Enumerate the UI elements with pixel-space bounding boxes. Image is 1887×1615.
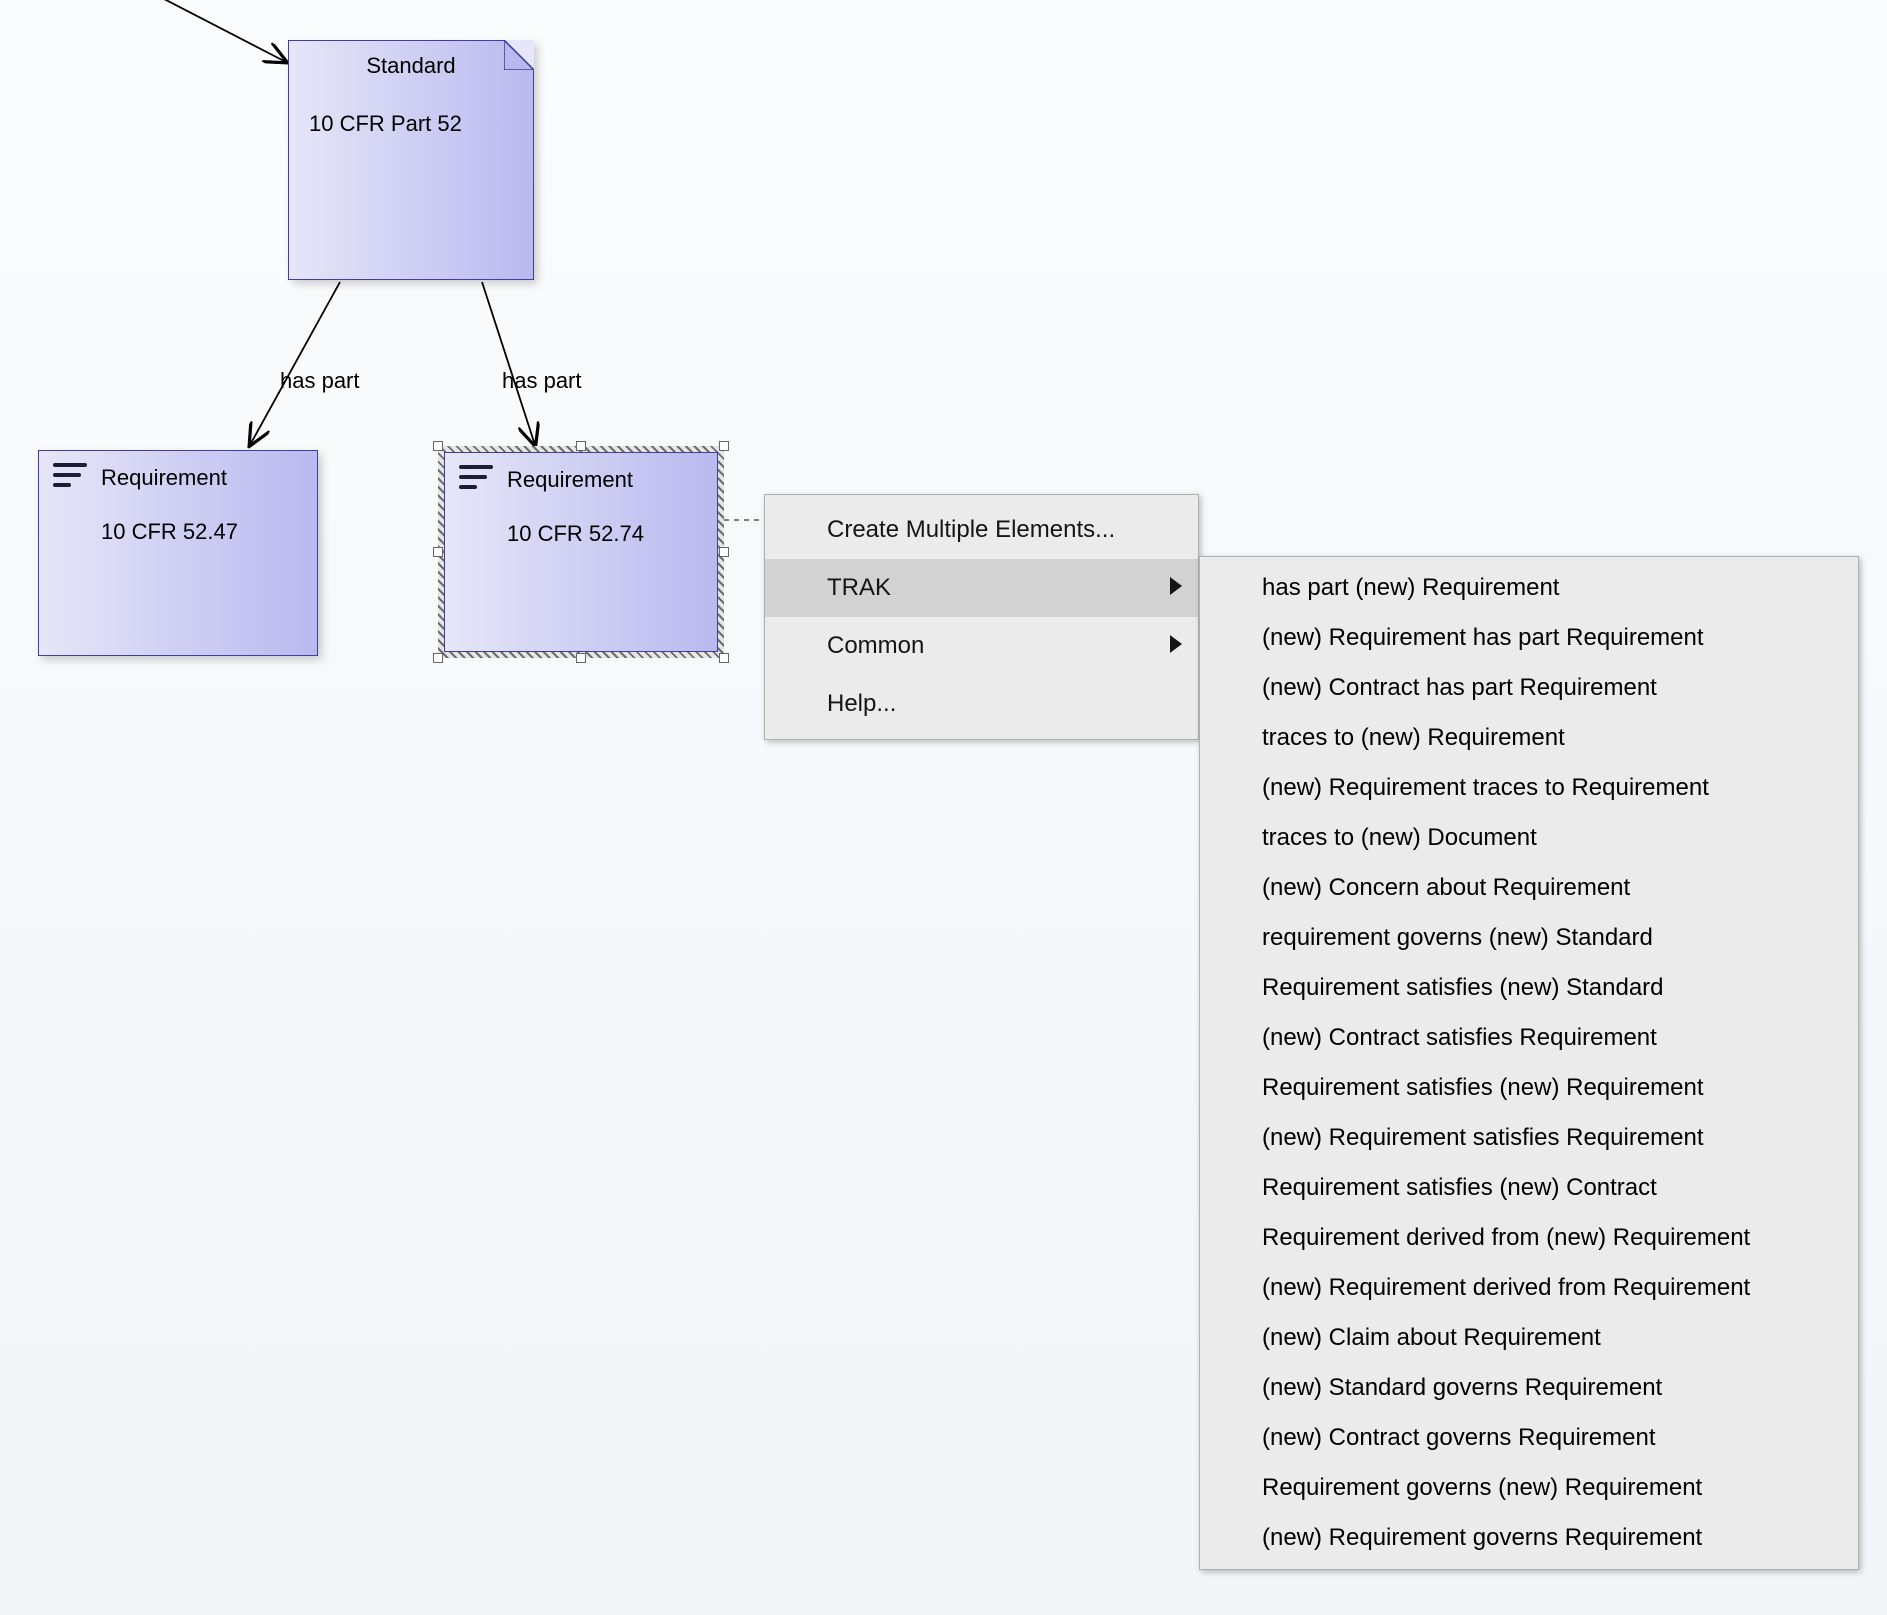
- menu-item-label: Create Multiple Elements...: [827, 516, 1115, 543]
- submenu-item-label: (new) Claim about Requirement: [1262, 1324, 1601, 1351]
- submenu-item[interactable]: Requirement governs (new) Requirement: [1200, 1463, 1858, 1513]
- menu-item-common[interactable]: Common: [765, 617, 1198, 675]
- submenu-item[interactable]: traces to (new) Requirement: [1200, 713, 1858, 763]
- requirement-stereotype: Requirement: [507, 467, 633, 493]
- submenu-item-label: (new) Requirement derived from Requireme…: [1262, 1274, 1750, 1301]
- submenu-item[interactable]: Requirement satisfies (new) Contract: [1200, 1163, 1858, 1213]
- submenu-item[interactable]: (new) Requirement satisfies Requirement: [1200, 1113, 1858, 1163]
- connector-incoming: [108, 0, 286, 62]
- submenu-item[interactable]: (new) Contract governs Requirement: [1200, 1413, 1858, 1463]
- chevron-right-icon: [1170, 617, 1182, 675]
- selection-hatch: Requirement 10 CFR 52.74: [438, 446, 724, 658]
- menu-item-label: Common: [827, 632, 924, 659]
- diagram-canvas[interactable]: Standard 10 CFR Part 52 has part has par…: [0, 0, 1887, 1615]
- context-menu[interactable]: Create Multiple Elements... TRAK Common …: [764, 494, 1199, 740]
- connector-label-left: has part: [280, 368, 360, 394]
- requirement-node-right[interactable]: Requirement 10 CFR 52.74: [444, 452, 718, 652]
- connector-has-part-left[interactable]: [250, 282, 340, 445]
- submenu-item-label: requirement governs (new) Standard: [1262, 924, 1653, 951]
- standard-stereotype: Standard: [289, 53, 533, 79]
- submenu-item[interactable]: (new) Requirement derived from Requireme…: [1200, 1263, 1858, 1313]
- requirement-node-right-selected[interactable]: Requirement 10 CFR 52.74: [438, 446, 724, 658]
- submenu-item-label: Requirement derived from (new) Requireme…: [1262, 1224, 1750, 1251]
- selection-handle[interactable]: [576, 653, 586, 663]
- submenu-item[interactable]: Requirement satisfies (new) Requirement: [1200, 1063, 1858, 1113]
- submenu-item[interactable]: (new) Requirement governs Requirement: [1200, 1513, 1858, 1563]
- submenu-item[interactable]: (new) Standard governs Requirement: [1200, 1363, 1858, 1413]
- submenu-item-label: (new) Requirement has part Requirement: [1262, 624, 1704, 651]
- submenu-item-label: Requirement satisfies (new) Contract: [1262, 1174, 1657, 1201]
- menu-item-help[interactable]: Help...: [765, 675, 1198, 733]
- menu-item-create-multiple[interactable]: Create Multiple Elements...: [765, 501, 1198, 559]
- submenu-item[interactable]: (new) Contract satisfies Requirement: [1200, 1013, 1858, 1063]
- submenu-item[interactable]: has part (new) Requirement: [1200, 563, 1858, 613]
- submenu-item[interactable]: Requirement satisfies (new) Standard: [1200, 963, 1858, 1013]
- chevron-right-icon: [1170, 559, 1182, 617]
- requirement-icon: [459, 465, 493, 489]
- document-ear-icon: [504, 40, 534, 70]
- requirement-name: 10 CFR 52.47: [101, 519, 238, 545]
- submenu-item-label: (new) Standard governs Requirement: [1262, 1374, 1662, 1401]
- connector-has-part-right[interactable]: [482, 282, 535, 445]
- submenu-item-label: (new) Requirement governs Requirement: [1262, 1524, 1702, 1551]
- submenu-item-label: Requirement governs (new) Requirement: [1262, 1474, 1702, 1501]
- submenu-item-label: traces to (new) Requirement: [1262, 724, 1565, 751]
- submenu-item[interactable]: Requirement derived from (new) Requireme…: [1200, 1213, 1858, 1263]
- selection-handle[interactable]: [719, 653, 729, 663]
- selection-handle[interactable]: [433, 441, 443, 451]
- standard-node[interactable]: Standard 10 CFR Part 52: [288, 40, 534, 280]
- selection-handle[interactable]: [719, 441, 729, 451]
- selection-handle[interactable]: [433, 547, 443, 557]
- submenu-item-label: (new) Contract has part Requirement: [1262, 674, 1657, 701]
- submenu-item-label: Requirement satisfies (new) Requirement: [1262, 1074, 1704, 1101]
- submenu-item-label: (new) Contract governs Requirement: [1262, 1424, 1656, 1451]
- menu-item-label: Help...: [827, 690, 896, 717]
- submenu-item-label: has part (new) Requirement: [1262, 574, 1559, 601]
- submenu-item[interactable]: (new) Requirement has part Requirement: [1200, 613, 1858, 663]
- connector-label-right: has part: [502, 368, 582, 394]
- selection-handle[interactable]: [576, 441, 586, 451]
- requirement-node-left[interactable]: Requirement 10 CFR 52.47: [38, 450, 318, 656]
- selection-handle[interactable]: [433, 653, 443, 663]
- requirement-name: 10 CFR 52.74: [507, 521, 644, 547]
- submenu-item[interactable]: (new) Concern about Requirement: [1200, 863, 1858, 913]
- menu-item-trak[interactable]: TRAK: [765, 559, 1198, 617]
- standard-name: 10 CFR Part 52: [309, 111, 462, 137]
- submenu-item-label: (new) Requirement traces to Requirement: [1262, 774, 1709, 801]
- submenu-item-label: (new) Requirement satisfies Requirement: [1262, 1124, 1704, 1151]
- submenu-item-label: (new) Concern about Requirement: [1262, 874, 1630, 901]
- submenu-item[interactable]: traces to (new) Document: [1200, 813, 1858, 863]
- requirement-stereotype: Requirement: [101, 465, 227, 491]
- submenu-item[interactable]: (new) Contract has part Requirement: [1200, 663, 1858, 713]
- submenu-item-label: Requirement satisfies (new) Standard: [1262, 974, 1664, 1001]
- submenu-item[interactable]: requirement governs (new) Standard: [1200, 913, 1858, 963]
- submenu-trak[interactable]: has part (new) Requirement (new) Requirem…: [1199, 556, 1859, 1570]
- submenu-item-label: (new) Contract satisfies Requirement: [1262, 1024, 1657, 1051]
- requirement-icon: [53, 463, 87, 487]
- submenu-item[interactable]: (new) Requirement traces to Requirement: [1200, 763, 1858, 813]
- submenu-item[interactable]: (new) Claim about Requirement: [1200, 1313, 1858, 1363]
- selection-handle[interactable]: [719, 547, 729, 557]
- menu-item-label: TRAK: [827, 574, 891, 601]
- submenu-item-label: traces to (new) Document: [1262, 824, 1537, 851]
